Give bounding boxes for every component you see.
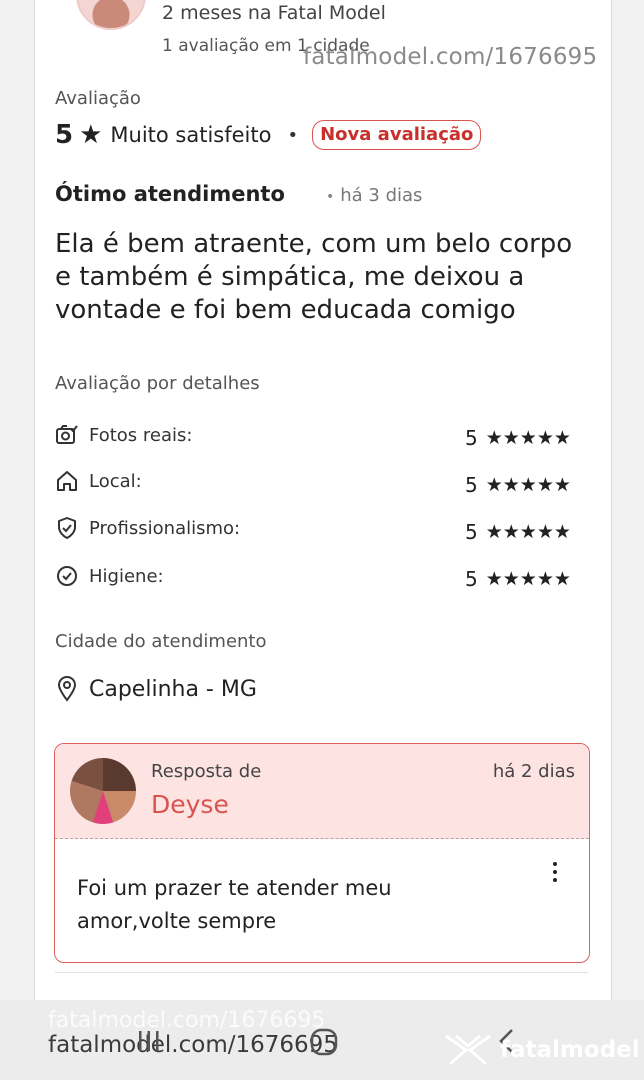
separator-dot: • (287, 124, 299, 146)
detail-label: Fotos reais: (89, 424, 193, 446)
map-pin-icon (57, 676, 77, 702)
star-icon: ★ (79, 120, 103, 150)
watermark-ghost: fatalmodel.com/1676695 (48, 1008, 326, 1033)
review-rating: 5 ★ Muito satisfeito • Nova avaliação (55, 120, 482, 150)
recents-icon[interactable] (136, 1028, 162, 1054)
detail-score-value: 5 (465, 426, 478, 450)
shield-check-icon (58, 517, 76, 539)
detail-row-location: Local: (55, 470, 142, 492)
detail-label: Profissionalismo: (89, 517, 241, 539)
city-value: Capelinha - MG (89, 676, 257, 702)
reply-by-label: Resposta de (151, 761, 262, 782)
stars-icon: ★★★★★ (485, 474, 571, 496)
brand-watermark: fatalmodel (442, 1032, 640, 1068)
city-row: Capelinha - MG (57, 676, 257, 702)
brand-logo-icon (445, 1034, 491, 1066)
reply-header: Resposta de Deyse há 2 dias (55, 744, 589, 839)
check-circle-icon (57, 566, 77, 586)
age-bullet: • (326, 189, 335, 205)
rating-text: Muito satisfeito (110, 123, 272, 147)
watermark-bottom: fatalmodel.com/1676695 (48, 1032, 338, 1058)
review-title: Ótimo atendimento (55, 182, 285, 206)
reply-author-name[interactable]: Deyse (151, 790, 229, 819)
detail-score-hygiene: 5 ★★★★★ (465, 567, 571, 591)
reply-box: Resposta de Deyse há 2 dias Foi um praze… (54, 743, 590, 963)
detail-score-value: 5 (465, 520, 478, 544)
review-section-label: Avaliação (55, 88, 141, 109)
home-icon (57, 471, 77, 491)
reply-avatar[interactable] (70, 758, 136, 824)
reply-age: há 2 dias (492, 761, 575, 782)
detail-score-professionalism: 5 ★★★★★ (465, 520, 571, 544)
divider (55, 972, 588, 973)
watermark-top: fatalmodel.com/1676695 (303, 44, 598, 70)
rating-score: 5 (55, 120, 74, 150)
stars-icon: ★★★★★ (485, 521, 571, 543)
time-on-site: 2 meses na Fatal Model (162, 2, 386, 24)
review-age: • há 3 dias (326, 185, 422, 206)
home-nav-icon[interactable] (308, 1026, 340, 1058)
stars-icon: ★★★★★ (485, 568, 571, 590)
detail-row-hygiene: Higiene: (55, 565, 164, 587)
review-body: Ela é bem atraente, com um belo corpo e … (55, 229, 573, 325)
camera-check-icon (56, 425, 78, 444)
detail-score-value: 5 (465, 473, 478, 497)
reply-text: Foi um prazer te atender meu amor,volte … (77, 876, 392, 933)
details-label: Avaliação por detalhes (55, 373, 260, 394)
city-label: Cidade do atendimento (55, 631, 267, 652)
detail-row-professionalism: Profissionalismo: (55, 517, 240, 539)
detail-score-location: 5 ★★★★★ (465, 473, 571, 497)
new-review-badge: Nova avaliação (312, 120, 482, 150)
review-age-text: há 3 dias (340, 185, 423, 206)
detail-label: Higiene: (89, 565, 164, 587)
detail-label: Local: (89, 470, 142, 492)
more-options-icon[interactable] (551, 862, 559, 882)
brand-text: fatalmodel (500, 1037, 640, 1063)
detail-row-photos: Fotos reais: (55, 424, 192, 446)
detail-score-value: 5 (465, 567, 478, 591)
detail-score-photos: 5 ★★★★★ (465, 426, 571, 450)
stars-icon: ★★★★★ (485, 427, 571, 449)
